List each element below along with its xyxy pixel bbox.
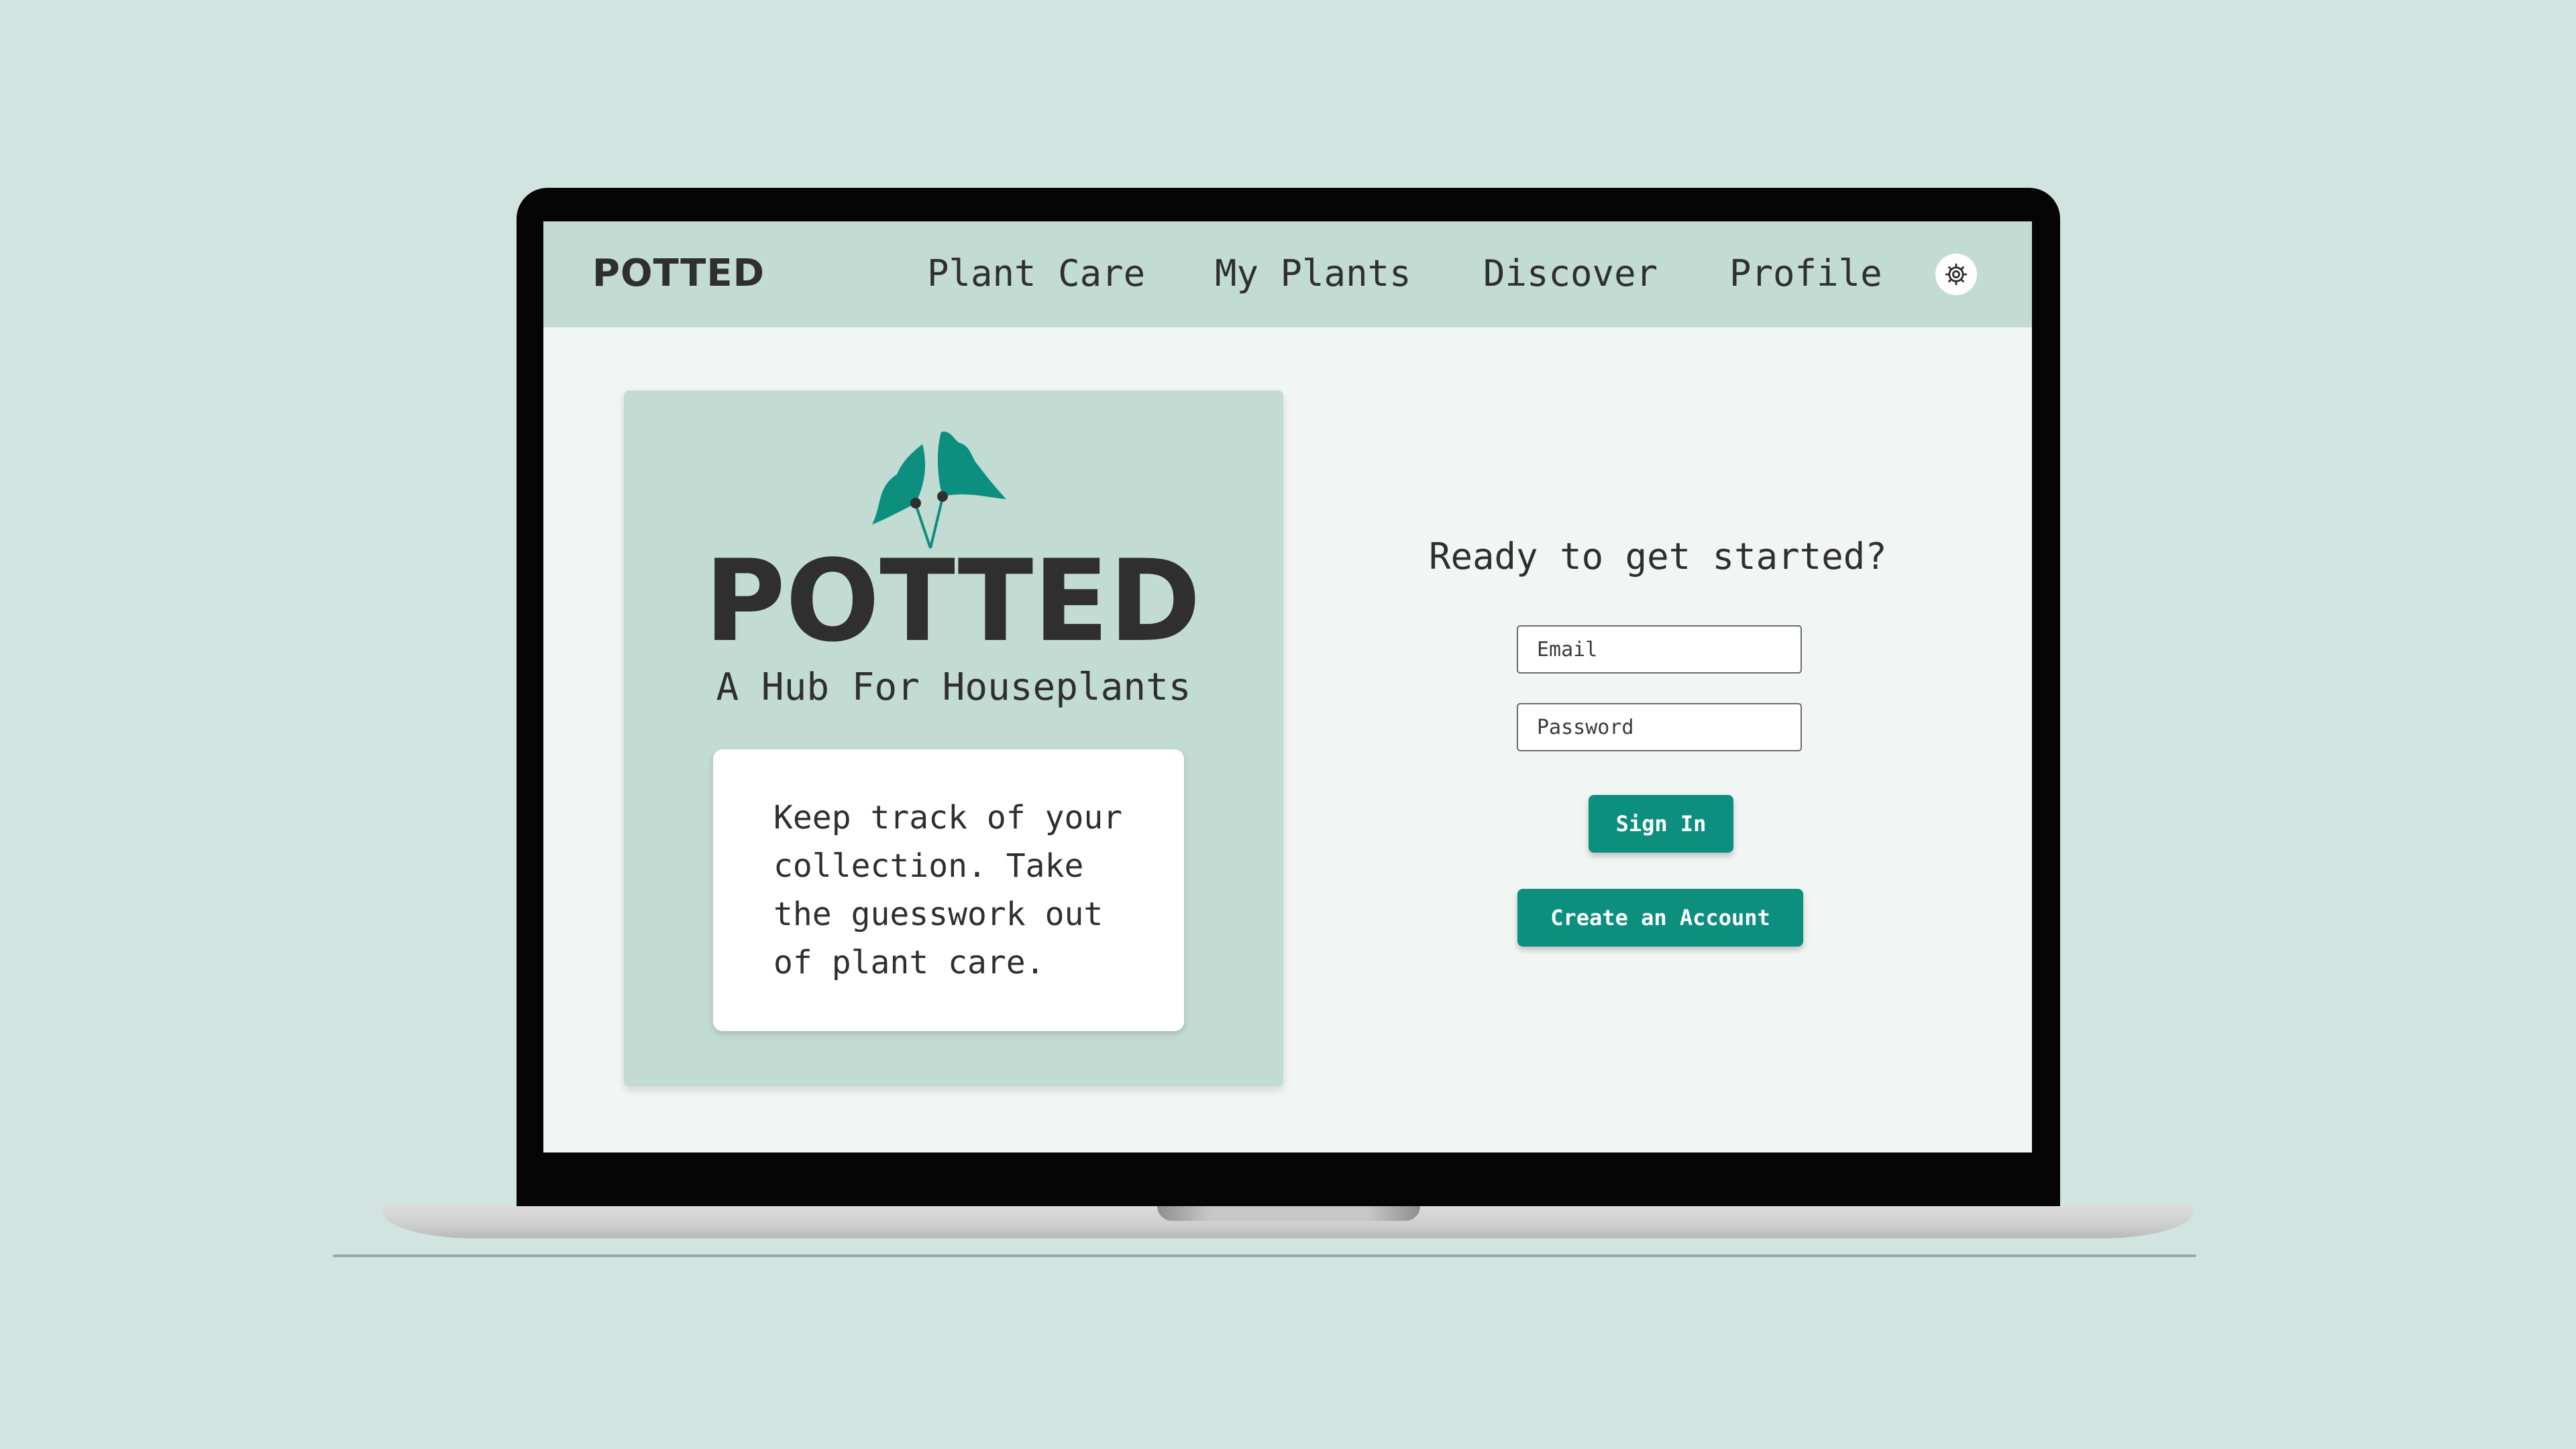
laptop-shadow [333, 1254, 2196, 1257]
app-screen: POTTED Plant Care My Plants Discover Pro… [543, 221, 2032, 1152]
top-navbar: POTTED Plant Care My Plants Discover Pro… [543, 221, 2032, 327]
gear-icon [1945, 263, 1968, 286]
nav-link-plant-care[interactable]: Plant Care [927, 252, 1145, 296]
password-field[interactable] [1517, 703, 1802, 751]
logo-wordmark: POTTED [704, 535, 1201, 645]
signin-heading: Ready to get started? [1429, 535, 1887, 578]
hero-tagline: A Hub For Houseplants [716, 665, 1191, 709]
nav-link-discover[interactable]: Discover [1483, 252, 1658, 296]
create-account-button[interactable]: Create an Account [1517, 889, 1803, 947]
nav-link-profile[interactable]: Profile [1729, 252, 1882, 296]
settings-button[interactable] [1935, 254, 1977, 295]
email-field[interactable] [1517, 625, 1802, 674]
blurb-line: collection. Take [773, 847, 1084, 885]
potted-logo: POTTED [704, 431, 1201, 645]
sign-in-button[interactable]: Sign In [1589, 795, 1733, 853]
blurb-line: of plant care. [773, 944, 1045, 981]
nav-link-my-plants[interactable]: My Plants [1215, 252, 1411, 296]
mockup-stage: POTTED Plant Care My Plants Discover Pro… [0, 0, 2576, 1449]
blurb-line: Keep track of your [773, 799, 1123, 837]
plant-leaves-icon [872, 431, 1006, 549]
hero-card: POTTED A Hub For Houseplants Keep track … [624, 390, 1283, 1086]
brand-logo[interactable]: POTTED [592, 255, 765, 292]
blurb-line: the guesswork out [773, 896, 1104, 933]
hero-blurb-card: Keep track of your collection. Take the … [713, 749, 1184, 1031]
laptop-notch [1157, 1206, 1420, 1221]
